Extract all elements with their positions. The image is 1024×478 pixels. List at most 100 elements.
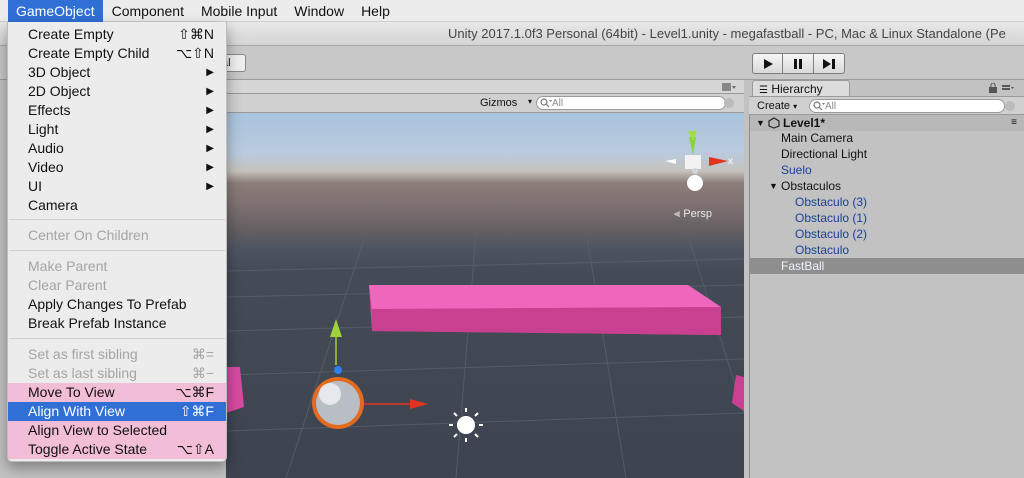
expand-triangle-icon[interactable]: ▼ xyxy=(769,178,778,194)
menu-item-2d-object[interactable]: 2D Object ▶ xyxy=(8,82,226,101)
menu-item-toggle-active-state[interactable]: Toggle Active State ⌥⇧A xyxy=(8,440,226,459)
menu-item-label: Apply Changes To Prefab xyxy=(28,296,187,312)
pink-obstacle-box[interactable] xyxy=(369,285,721,335)
z-axis-handle[interactable] xyxy=(334,366,342,374)
menu-item-label: Light xyxy=(28,121,59,137)
orientation-gizmo[interactable] xyxy=(665,131,728,191)
menu-item-label: UI xyxy=(28,178,42,194)
hierarchy-item-label: Suelo xyxy=(781,163,812,177)
play-button[interactable] xyxy=(752,53,783,74)
menu-item-label: Audio xyxy=(28,140,64,156)
menu-item-effects[interactable]: Effects ▶ xyxy=(8,101,226,120)
menu-separator xyxy=(9,219,225,220)
list-icon: ☰ xyxy=(759,85,768,96)
create-label: Create xyxy=(757,100,791,112)
menu-mobile-input[interactable]: Mobile Input xyxy=(193,0,285,22)
menu-item-ui[interactable]: UI ▶ xyxy=(8,177,226,196)
unity-scene-icon xyxy=(768,117,780,129)
expand-triangle-icon[interactable]: ▼ xyxy=(756,115,765,131)
menu-item-apply-changes-to-prefab[interactable]: Apply Changes To Prefab xyxy=(8,295,226,314)
scene-search-placeholder: All xyxy=(552,97,564,109)
scene-row-level1[interactable]: ▼ Level1* ≡ xyxy=(750,115,1024,131)
menu-separator xyxy=(9,250,225,251)
chevron-down-icon[interactable]: ▾ xyxy=(528,97,532,106)
menu-item-break-prefab-instance[interactable]: Break Prefab Instance xyxy=(8,314,226,333)
menu-item-label: Set as last sibling xyxy=(28,365,137,381)
hierarchy-item[interactable]: Obstaculo (3) xyxy=(750,194,1024,210)
menu-item-label: Align With View xyxy=(28,403,126,419)
menu-item-set-as-first-sibling[interactable]: Set as first sibling ⌘= xyxy=(8,345,226,364)
menu-item-video[interactable]: Video ▶ xyxy=(8,158,226,177)
menu-item-label: 2D Object xyxy=(28,83,91,99)
hierarchy-item[interactable]: Suelo xyxy=(750,162,1024,178)
submenu-arrow-icon: ▶ xyxy=(206,181,214,192)
menu-help[interactable]: Help xyxy=(353,0,398,22)
menu-item-3d-object[interactable]: 3D Object ▶ xyxy=(8,63,226,82)
scene-name: Level1* xyxy=(783,116,826,130)
menu-item-set-as-last-sibling[interactable]: Set as last sibling ⌘− xyxy=(8,364,226,383)
hierarchy-toolbar: Create ▾ All xyxy=(749,96,1024,115)
search-icon xyxy=(540,98,552,108)
search-clear-icon[interactable] xyxy=(1005,101,1015,111)
scene-viewport[interactable]: x ⫷ Persp xyxy=(226,113,744,478)
scene-search-input[interactable]: All xyxy=(536,96,726,110)
menu-item-create-empty[interactable]: Create Empty ⇧⌘N xyxy=(8,25,226,44)
menu-item-make-parent[interactable]: Make Parent xyxy=(8,257,226,276)
pink-obstacle-box-left[interactable] xyxy=(226,367,244,413)
menu-item-shortcut: ⌥⇧N xyxy=(176,45,214,61)
menu-item-shortcut: ⌥⇧A xyxy=(176,441,214,457)
panel-options-icon[interactable] xyxy=(722,83,736,91)
persp-label: Persp xyxy=(683,208,713,220)
hierarchy-item[interactable]: Obstaculo (2) xyxy=(750,226,1024,242)
menu-item-label: Clear Parent xyxy=(28,277,107,293)
scene-menu-icon[interactable]: ≡ xyxy=(1011,115,1017,131)
hierarchy-item[interactable]: Directional Light xyxy=(750,146,1024,162)
scene-tab-strip xyxy=(226,80,744,94)
menu-component[interactable]: Component xyxy=(104,0,192,22)
x-axis-handle[interactable] xyxy=(410,399,428,409)
menu-item-center-on-children[interactable]: Center On Children xyxy=(8,226,226,245)
hierarchy-item[interactable]: Obstaculo (1) xyxy=(750,210,1024,226)
create-dropdown[interactable]: Create ▾ xyxy=(757,100,797,112)
hierarchy-item[interactable]: Main Camera xyxy=(750,130,1024,146)
menu-item-light[interactable]: Light ▶ xyxy=(8,120,226,139)
lock-icon[interactable] xyxy=(988,83,998,93)
search-icon xyxy=(813,101,825,111)
menu-item-align-view-to-selected[interactable]: Align View to Selected xyxy=(8,421,226,440)
menu-item-create-empty-child[interactable]: Create Empty Child ⌥⇧N xyxy=(8,44,226,63)
hierarchy-tab-label: Hierarchy xyxy=(771,82,823,96)
search-clear-icon[interactable] xyxy=(724,98,734,108)
menu-gameobject[interactable]: GameObject xyxy=(8,0,103,22)
submenu-arrow-icon: ▶ xyxy=(206,86,214,97)
submenu-arrow-icon: ▶ xyxy=(206,67,214,78)
menu-item-label: Center On Children xyxy=(28,227,149,243)
gizmos-dropdown[interactable]: Gizmos xyxy=(480,97,517,109)
menu-item-shortcut: ⇧⌘F xyxy=(179,403,214,419)
hierarchy-item-label: FastBall xyxy=(781,259,825,273)
projection-toggle[interactable]: ⫷ Persp xyxy=(674,208,712,221)
menu-window[interactable]: Window xyxy=(286,0,352,22)
hierarchy-item[interactable]: ▼ Obstaculos xyxy=(750,178,1024,194)
menu-item-camera[interactable]: Camera xyxy=(8,196,226,215)
menu-item-label: Toggle Active State xyxy=(28,441,148,457)
hierarchy-item[interactable]: Obstaculo xyxy=(750,242,1024,258)
menu-bar: GameObject Component Mobile Input Window… xyxy=(0,0,1024,22)
menu-item-label: Camera xyxy=(28,197,78,213)
hierarchy-search-input[interactable]: All xyxy=(809,99,1005,113)
menu-item-clear-parent[interactable]: Clear Parent xyxy=(8,276,226,295)
hierarchy-item-label: Obstaculo (1) xyxy=(795,211,868,225)
chevron-down-icon: ▾ xyxy=(793,102,798,111)
panel-menu-icon[interactable] xyxy=(1002,85,1014,93)
hierarchy-item-label: Obstaculo xyxy=(795,243,850,257)
menu-item-label: Break Prefab Instance xyxy=(28,315,167,331)
hierarchy-item-selected[interactable]: FastBall xyxy=(750,258,1024,274)
pause-button[interactable] xyxy=(783,53,814,74)
directional-light-icon[interactable] xyxy=(449,408,483,442)
menu-item-align-with-view[interactable]: Align With View ⇧⌘F xyxy=(8,402,226,421)
menu-item-label: Align View to Selected xyxy=(28,422,168,438)
step-button[interactable] xyxy=(814,53,845,74)
menu-item-audio[interactable]: Audio ▶ xyxy=(8,139,226,158)
menu-item-move-to-view[interactable]: Move To View ⌥⌘F xyxy=(8,383,226,402)
gameobject-menu: Create Empty ⇧⌘N Create Empty Child ⌥⇧N 3D… xyxy=(7,22,227,462)
submenu-arrow-icon: ▶ xyxy=(206,162,214,173)
